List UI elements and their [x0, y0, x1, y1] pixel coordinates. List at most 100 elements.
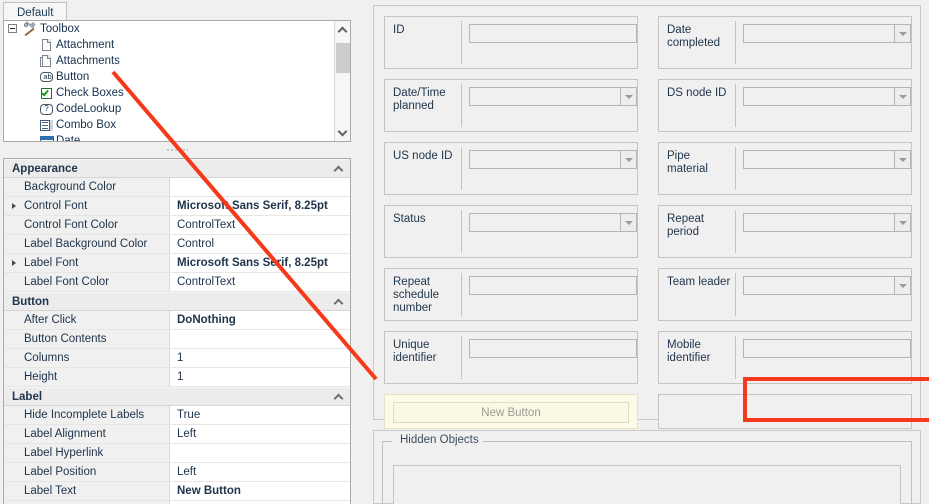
property-value[interactable]: ControlText: [171, 216, 350, 234]
field-combobox[interactable]: [743, 276, 911, 295]
property-value[interactable]: 1: [171, 368, 350, 386]
property-row[interactable]: Background Color: [4, 178, 350, 197]
field-combobox[interactable]: [469, 213, 637, 232]
pane-splitter[interactable]: [3, 143, 351, 157]
tab-default[interactable]: Default: [3, 2, 68, 21]
property-category-label[interactable]: Label: [4, 387, 350, 406]
property-row[interactable]: After Click DoNothing: [4, 311, 350, 330]
property-value[interactable]: Left: [171, 425, 350, 443]
chevron-down-icon[interactable]: [894, 214, 910, 231]
checkbox-green-check-icon: [38, 85, 54, 101]
chevron-down-icon[interactable]: [620, 88, 636, 105]
chevron-up-icon[interactable]: [333, 165, 344, 176]
field-textbox[interactable]: [469, 339, 637, 358]
field-label: Pipe material: [667, 150, 708, 175]
hidden-objects-dropzone[interactable]: [393, 465, 901, 504]
chevron-right-icon[interactable]: [12, 260, 16, 266]
form-field-repeat-period[interactable]: Repeat period: [658, 205, 912, 258]
chevron-up-icon[interactable]: [333, 393, 344, 404]
field-textbox[interactable]: [469, 276, 637, 295]
form-field-us-node-id[interactable]: US node ID: [384, 142, 638, 195]
property-row[interactable]: Label Font Microsoft Sans Serif, 8.25pt: [4, 254, 350, 273]
chevron-right-icon[interactable]: [12, 203, 16, 209]
form-designer-surface: ID Date completed Date/Time planned DS node…: [368, 0, 929, 504]
chevron-down-icon[interactable]: [620, 151, 636, 168]
toolbox-item-toolbox[interactable]: Toolbox: [4, 21, 350, 37]
field-divider: [461, 336, 462, 379]
form-field-pipe-material[interactable]: Pipe material: [658, 142, 912, 195]
property-value[interactable]: [171, 444, 350, 462]
property-value[interactable]: ControlText: [171, 273, 350, 291]
property-row[interactable]: Hide Incomplete Labels True: [4, 406, 350, 425]
toolbox-item-attachments[interactable]: Attachments: [4, 53, 350, 69]
field-textbox[interactable]: [743, 339, 911, 358]
property-value[interactable]: True: [171, 406, 350, 424]
property-grid[interactable]: Appearance Background Color Control Font Mi…: [3, 158, 351, 504]
form-field-date-time-planned[interactable]: Date/Time planned: [384, 79, 638, 132]
field-divider: [735, 84, 736, 127]
property-row[interactable]: Control Font Color ControlText: [4, 216, 350, 235]
form-field-repeat-schedule-number[interactable]: Repeat schedule number: [384, 268, 638, 321]
form-field-unique-identifier[interactable]: Unique identifier: [384, 331, 638, 384]
property-value[interactable]: 1: [171, 349, 350, 367]
tree-collapse-icon[interactable]: [8, 24, 17, 33]
field-combobox[interactable]: [743, 150, 911, 169]
property-name: Control Font: [4, 197, 170, 215]
toolbox-item-label: Button: [56, 71, 90, 83]
property-row[interactable]: Label Position Left: [4, 463, 350, 482]
property-value[interactable]: DoNothing: [171, 311, 350, 329]
property-row[interactable]: Label Text New Button: [4, 482, 350, 501]
property-row[interactable]: Label Hyperlink: [4, 444, 350, 463]
chevron-down-icon[interactable]: [894, 88, 910, 105]
form-field-mobile-identifier[interactable]: Mobile identifier: [658, 331, 912, 384]
form-field-empty-slot[interactable]: [658, 394, 912, 429]
toolbox-item-combo-box[interactable]: Combo Box: [4, 117, 350, 133]
scroll-up-icon[interactable]: [335, 21, 350, 38]
property-value[interactable]: New Button: [171, 482, 350, 500]
toolbox-item-button[interactable]: ab Button: [4, 69, 350, 85]
property-value[interactable]: Microsoft Sans Serif, 8.25pt: [171, 197, 350, 215]
scrollbar-thumb[interactable]: [336, 43, 350, 73]
toolbox-tree[interactable]: Toolbox Attachment Attachments ab Button Chec…: [3, 20, 351, 142]
form-field-team-leader[interactable]: Team leader: [658, 268, 912, 321]
property-row[interactable]: Columns 1: [4, 349, 350, 368]
field-textbox[interactable]: [469, 24, 637, 43]
property-category-appearance[interactable]: Appearance: [4, 159, 350, 178]
property-row[interactable]: Control Font Microsoft Sans Serif, 8.25pt: [4, 197, 350, 216]
chevron-up-icon[interactable]: [333, 298, 344, 309]
property-row[interactable]: Label Alignment Left: [4, 425, 350, 444]
field-combobox[interactable]: [469, 150, 637, 169]
toolbox-item-attachment[interactable]: Attachment: [4, 37, 350, 53]
property-value[interactable]: Control: [171, 235, 350, 253]
property-row[interactable]: Label Background Color Control: [4, 235, 350, 254]
chevron-down-icon[interactable]: [620, 214, 636, 231]
new-button[interactable]: New Button: [393, 402, 629, 423]
toolbox-item-date[interactable]: Date: [4, 133, 350, 141]
property-value[interactable]: Microsoft Sans Serif, 8.25pt: [171, 254, 350, 272]
chevron-down-icon[interactable]: [894, 151, 910, 168]
field-combobox[interactable]: [743, 213, 911, 232]
property-value[interactable]: [171, 178, 350, 196]
chevron-down-icon[interactable]: [894, 277, 910, 294]
form-field-ds-node-id[interactable]: DS node ID: [658, 79, 912, 132]
form-field-date-completed[interactable]: Date completed: [658, 16, 912, 69]
field-combobox[interactable]: [469, 87, 637, 106]
scroll-down-icon[interactable]: [335, 124, 350, 141]
field-label: Mobile identifier: [667, 339, 711, 364]
hidden-objects-title: Hidden Objects: [396, 434, 483, 446]
chevron-down-icon[interactable]: [894, 25, 910, 42]
property-row[interactable]: Button Contents: [4, 330, 350, 349]
form-field-id[interactable]: ID: [384, 16, 638, 69]
property-row[interactable]: Label Font Color ControlText: [4, 273, 350, 292]
property-row[interactable]: Height 1: [4, 368, 350, 387]
field-combobox[interactable]: [743, 24, 911, 43]
toolbox-item-codelookup[interactable]: ? CodeLookup: [4, 101, 350, 117]
form-field-status[interactable]: Status: [384, 205, 638, 258]
toolbox-item-check-boxes[interactable]: Check Boxes: [4, 85, 350, 101]
property-value[interactable]: [171, 330, 350, 348]
property-value[interactable]: Left: [171, 463, 350, 481]
toolbox-scrollbar[interactable]: [334, 21, 350, 141]
property-category-button[interactable]: Button: [4, 292, 350, 311]
field-combobox[interactable]: [743, 87, 911, 106]
form-field-new-button[interactable]: New Button: [384, 394, 638, 429]
